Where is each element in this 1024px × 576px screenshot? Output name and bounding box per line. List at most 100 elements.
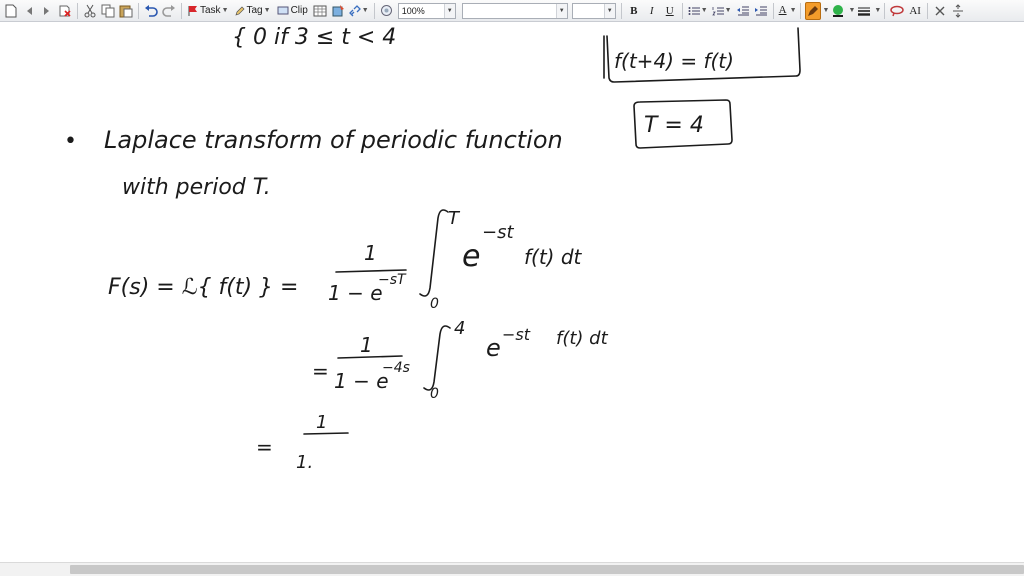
bullet-list-icon xyxy=(688,6,700,15)
font-color-label: A xyxy=(778,4,787,16)
eq1-lower-limit: 0 xyxy=(430,296,439,312)
close-icon[interactable] xyxy=(932,2,948,20)
integral-sign xyxy=(419,209,449,297)
zoom-icon[interactable] xyxy=(379,2,395,20)
horizontal-scrollbar[interactable] xyxy=(0,562,1024,576)
underline-button[interactable]: U xyxy=(662,2,678,20)
font-size-select[interactable]: ▼ xyxy=(571,2,616,19)
eq2-integrand-rest: f(t) dt xyxy=(556,328,609,349)
eq2-integrand-e: e xyxy=(486,334,501,362)
flag-icon xyxy=(188,5,197,16)
separator xyxy=(620,2,622,19)
task-label: Task xyxy=(200,5,221,16)
chevron-down-icon: ▼ xyxy=(443,3,455,18)
integral-sign xyxy=(423,325,451,391)
chevron-down-icon: ▼ xyxy=(221,7,229,14)
pen-icon xyxy=(807,5,818,16)
period-value-box: T = 4 xyxy=(644,113,704,138)
zoom-select[interactable]: 100% ▼ xyxy=(397,2,456,19)
italic-button[interactable]: I xyxy=(644,2,660,20)
separator xyxy=(926,2,928,19)
chevron-down-icon[interactable]: ▼ xyxy=(790,7,797,14)
link-icon xyxy=(348,4,361,16)
eq1-numerator: 1 xyxy=(364,241,377,265)
chevron-down-icon[interactable]: ▼ xyxy=(874,7,881,14)
eq1-denominator: 1 − e xyxy=(328,281,383,305)
tag-button[interactable]: Tag ▼ xyxy=(233,2,273,20)
chevron-down-icon: ▼ xyxy=(555,3,567,18)
tag-label: Tag xyxy=(246,5,263,16)
chevron-down-icon: ▼ xyxy=(724,7,732,14)
task-button[interactable]: Task ▼ xyxy=(186,2,231,20)
eq2-denominator: 1 − e xyxy=(334,369,389,393)
eq1-upper-limit: T xyxy=(448,208,461,229)
eq2-upper-limit: 4 xyxy=(454,318,465,339)
link-button[interactable]: ▼ xyxy=(348,2,370,20)
clip-label: Clip xyxy=(290,5,308,16)
eq2-numerator: 1 xyxy=(360,333,373,357)
piecewise-tail-line: { 0 if 3 ≤ t < 4 xyxy=(232,25,396,50)
chevron-down-icon[interactable]: ▼ xyxy=(848,7,855,14)
numbered-list-button[interactable]: ▼ xyxy=(711,2,733,20)
note-canvas[interactable]: { 0 if 3 ≤ t < 4 f(t+4) = f(t) • Laplace… xyxy=(0,22,1024,562)
font-select[interactable]: ▼ xyxy=(461,2,568,19)
undo-icon[interactable] xyxy=(143,2,159,20)
eq1-integrand-exponent: −st xyxy=(482,222,514,243)
bullet-dot: • xyxy=(64,129,77,154)
back-arrow-icon[interactable] xyxy=(21,2,37,20)
chevron-down-icon: ▼ xyxy=(361,7,369,14)
heading-period: with period T. xyxy=(122,175,271,200)
separator xyxy=(884,2,886,19)
increase-indent-icon[interactable] xyxy=(753,2,769,20)
chevron-down-icon[interactable]: ▼ xyxy=(823,7,830,14)
page-icon[interactable] xyxy=(3,2,19,20)
eq1-integrand-rest: f(t) dt xyxy=(524,245,583,269)
eq1-lhs: F(s) = ℒ{ f(t) } = xyxy=(108,275,299,300)
periodic-relation: f(t+4) = f(t) xyxy=(614,49,734,73)
eq2-equals: = xyxy=(312,359,329,383)
separator xyxy=(181,2,182,19)
eq1-integrand-e: e xyxy=(462,239,480,274)
line-weight-icon[interactable] xyxy=(856,2,872,20)
toolbar: Task ▼ Tag ▼ Clip ▼ 100% ▼ ▼ ▼ B I U ▼ ▼… xyxy=(0,0,1024,22)
delete-icon[interactable] xyxy=(57,2,73,20)
text-size-button[interactable]: AI xyxy=(907,2,923,20)
eq2-denominator-exponent: −4s xyxy=(382,360,410,376)
fraction-bar xyxy=(303,432,349,435)
pen-color-button[interactable] xyxy=(804,1,821,20)
eq3-numerator: 1 xyxy=(316,412,327,433)
screen-clip-icon xyxy=(277,6,289,14)
clip-button[interactable]: Clip xyxy=(275,2,310,20)
separator xyxy=(799,2,801,19)
font-color-button[interactable]: A xyxy=(778,2,788,20)
eq1-denominator-exponent: −sT xyxy=(378,272,407,288)
cut-icon[interactable] xyxy=(82,2,98,20)
eq2-integrand-exponent: −st xyxy=(502,325,531,344)
eq3-denominator: 1. xyxy=(296,452,313,473)
lasso-select-icon[interactable] xyxy=(889,2,905,20)
heading-laplace: Laplace transform of periodic function xyxy=(104,126,563,154)
bullet-list-button[interactable]: ▼ xyxy=(687,2,709,20)
forward-arrow-icon[interactable] xyxy=(39,2,55,20)
attach-icon[interactable] xyxy=(330,2,346,20)
bold-button[interactable]: B xyxy=(626,2,642,20)
numbered-list-icon xyxy=(711,6,724,15)
table-icon[interactable] xyxy=(312,2,328,20)
zoom-value: 100% xyxy=(401,5,425,16)
scrollbar-thumb[interactable] xyxy=(70,565,1024,574)
handwriting-layer: { 0 if 3 ≤ t < 4 f(t+4) = f(t) • Laplace… xyxy=(64,25,801,473)
chevron-down-icon: ▼ xyxy=(700,7,708,14)
separator xyxy=(77,2,78,19)
redo-icon[interactable] xyxy=(161,2,177,20)
chevron-down-icon: ▼ xyxy=(263,7,271,14)
decrease-indent-icon[interactable] xyxy=(735,2,751,20)
insert-space-icon[interactable] xyxy=(950,2,966,20)
fraction-bar xyxy=(337,355,403,359)
paste-icon[interactable] xyxy=(118,2,134,20)
eq3-equals: = xyxy=(256,435,273,459)
separator xyxy=(681,2,683,19)
chevron-down-icon: ▼ xyxy=(603,3,615,18)
separator xyxy=(772,2,774,19)
copy-icon[interactable] xyxy=(100,2,116,20)
highlighter-color-icon[interactable] xyxy=(830,2,846,20)
